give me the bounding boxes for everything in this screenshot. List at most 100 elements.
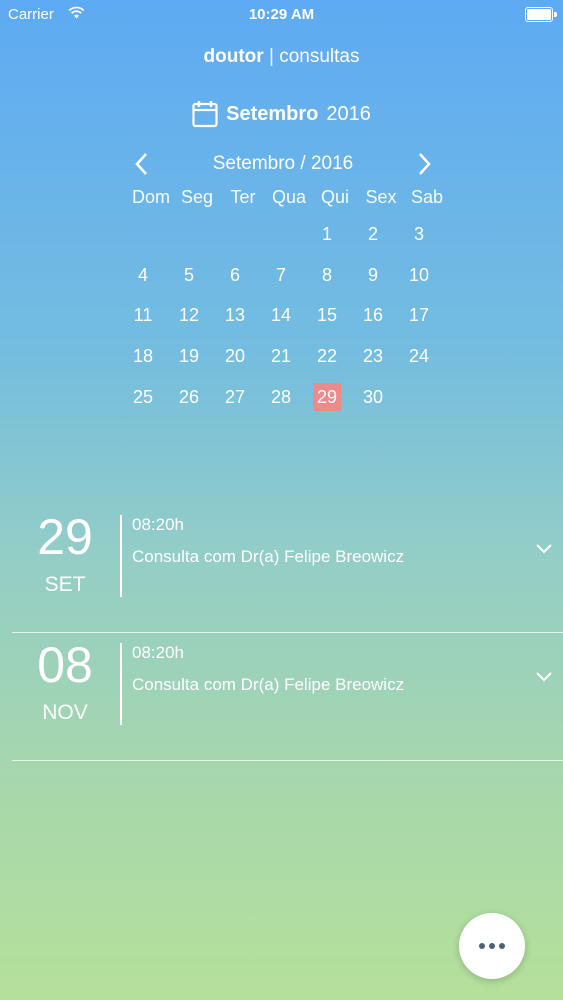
calendar-day[interactable]: 12 [166, 303, 212, 344]
calendar-day-number: 25 [132, 386, 154, 407]
calendar-day-number: 7 [275, 264, 286, 285]
title-separator: | [268, 46, 274, 67]
divider [120, 515, 122, 597]
calendar-grid: 1 2 3 4 5 6 7 8 9 10 11 12 13 14 15 16 17 18 19 20 21 22 23 24 2… [120, 222, 442, 425]
calendar-day-number: 26 [178, 386, 200, 407]
appointment-date: 08 NOV [12, 639, 118, 725]
calendar-day[interactable]: 16 [350, 303, 396, 344]
calendar-day[interactable]: 4 [120, 263, 166, 304]
appointment-time: 08:20h [132, 515, 184, 534]
calendar-day-number: 29 [313, 382, 341, 411]
weekday-label: Sex [365, 187, 397, 207]
calendar-day[interactable]: 26 [166, 385, 212, 426]
calendar-day-number: 6 [229, 264, 240, 285]
calendar-day-number: 20 [224, 346, 246, 367]
calendar-day[interactable]: 5 [166, 263, 212, 304]
calendar-empty-cell [396, 385, 442, 426]
appointment-description: Consulta com Dr(a) Felipe Breowicz [132, 675, 405, 694]
calendar-empty-cell [212, 222, 258, 263]
calendar-empty-cell [166, 222, 212, 263]
calendar-day-number: 9 [367, 264, 378, 285]
calendar-day[interactable]: 23 [350, 344, 396, 385]
calendar-day-number: 4 [137, 264, 148, 285]
calendar-day[interactable]: 25 [120, 385, 166, 426]
calendar-day[interactable]: 10 [396, 263, 442, 304]
calendar-week: 11 12 13 14 15 16 17 [120, 303, 442, 344]
calendar-day-number: 28 [270, 386, 292, 407]
appointment-date: 29 SET [12, 511, 118, 597]
calendar-day[interactable]: 1 [304, 222, 350, 263]
appointment-time: 08:20h [132, 643, 184, 662]
appointment-day: 08 [37, 637, 93, 693]
calendar-day[interactable]: 27 [212, 385, 258, 426]
app-section: consultas [279, 46, 360, 67]
calendar-week: 4 5 6 7 8 9 10 [120, 263, 442, 304]
calendar-day-number: 14 [270, 305, 292, 326]
status-bar: Carrier 10:29 AM [0, 0, 563, 30]
calendar-nav: Setembro / 2016 [128, 150, 438, 178]
appointment-item[interactable]: 08 NOV 08:20h Consulta com Dr(a) Felipe … [12, 633, 563, 761]
calendar-month-label: Setembro / 2016 [212, 153, 354, 174]
calendar-day[interactable]: 2 [350, 222, 396, 263]
calendar-day[interactable]: 21 [258, 344, 304, 385]
more-button[interactable] [459, 913, 525, 979]
weekday-header: Dom Seg Ter Qua Qui Sex Sab [128, 187, 450, 208]
calendar-day[interactable]: 17 [396, 303, 442, 344]
calendar-day-number: 21 [270, 346, 292, 367]
calendar-day-number: 16 [362, 305, 384, 326]
month-name: Setembro [226, 102, 319, 125]
calendar-day[interactable]: 14 [258, 303, 304, 344]
calendar-week: 18 19 20 21 22 23 24 [120, 344, 442, 385]
weekday-label: Seg [180, 187, 214, 207]
weekday-label: Dom [131, 187, 170, 207]
appointment-list: 29 SET 08:20h Consulta com Dr(a) Felipe … [12, 505, 563, 761]
appointment-day: 29 [37, 509, 93, 565]
calendar-day[interactable]: 18 [120, 344, 166, 385]
calendar-day-number: 18 [132, 346, 154, 367]
calendar-day[interactable]: 19 [166, 344, 212, 385]
calendar-icon [192, 101, 218, 128]
status-time: 10:29 AM [248, 6, 315, 23]
calendar-day-number: 8 [321, 264, 332, 285]
calendar-day[interactable]: 28 [258, 385, 304, 426]
weekday-label: Qua [271, 187, 307, 207]
more-dots-icon [479, 943, 505, 949]
calendar-day[interactable]: 3 [396, 222, 442, 263]
calendar-day[interactable]: 8 [304, 263, 350, 304]
calendar-day[interactable]: 15 [304, 303, 350, 344]
calendar-day-number: 23 [362, 346, 384, 367]
month-year: 2016 [326, 102, 371, 125]
calendar-day[interactable]: 6 [212, 263, 258, 304]
calendar-day[interactable]: 13 [212, 303, 258, 344]
calendar-day-number: 5 [183, 264, 194, 285]
calendar-day[interactable]: 24 [396, 344, 442, 385]
calendar-week: 25 26 27 28 29 30 [120, 382, 442, 426]
chevron-down-icon[interactable] [535, 671, 553, 683]
calendar-day-selected[interactable]: 29 [304, 382, 350, 426]
calendar-day-number: 13 [224, 305, 246, 326]
calendar-day[interactable]: 30 [350, 385, 396, 426]
calendar-day[interactable]: 11 [120, 303, 166, 344]
appointment-month: NOV [42, 701, 88, 724]
appointment-item[interactable]: 29 SET 08:20h Consulta com Dr(a) Felipe … [12, 505, 563, 633]
calendar-day[interactable]: 20 [212, 344, 258, 385]
calendar-day-number: 11 [133, 305, 153, 326]
calendar-day-number: 15 [316, 305, 338, 326]
calendar-day[interactable]: 9 [350, 263, 396, 304]
calendar-day-number: 2 [367, 224, 378, 244]
calendar-day[interactable]: 22 [304, 344, 350, 385]
calendar-empty-cell [120, 222, 166, 263]
weekday-label: Qui [320, 187, 349, 207]
calendar-day-number: 30 [362, 386, 384, 407]
calendar-day[interactable]: 7 [258, 263, 304, 304]
calendar-empty-cell [258, 222, 304, 263]
battery-icon [525, 7, 557, 22]
divider [120, 643, 122, 725]
weekday-label: Ter [230, 187, 256, 207]
calendar-day-number: 27 [224, 386, 246, 407]
calendar-day-number: 10 [408, 264, 430, 285]
chevron-down-icon[interactable] [535, 543, 553, 555]
chevron-right-icon[interactable] [412, 150, 436, 178]
appointment-description: Consulta com Dr(a) Felipe Breowicz [132, 547, 405, 566]
app-brand: doutor [203, 46, 264, 67]
